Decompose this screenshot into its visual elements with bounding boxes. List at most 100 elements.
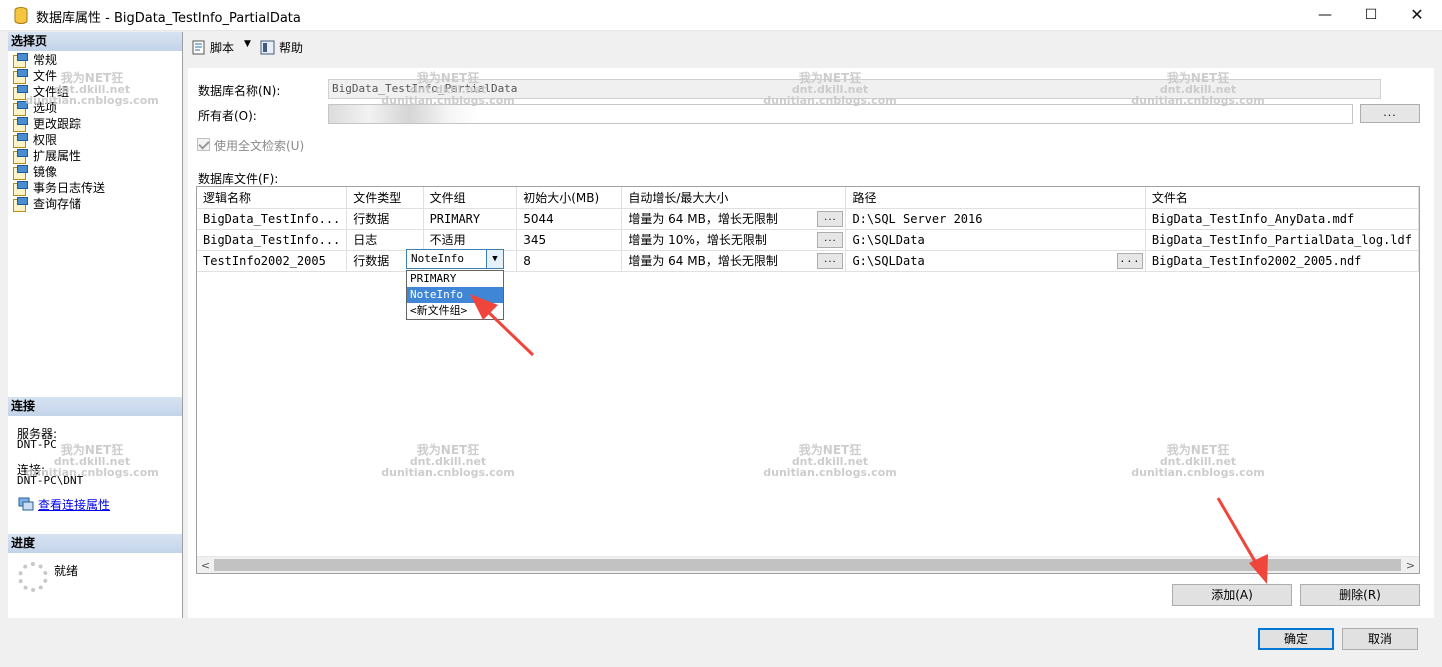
scroll-left-arrow-icon[interactable]: < (197, 557, 214, 573)
horizontal-scrollbar[interactable]: < > (197, 556, 1419, 573)
connection-header: 连接 (8, 397, 182, 416)
cancel-button[interactable]: 取消 (1342, 628, 1418, 650)
page-icon (12, 53, 28, 68)
autogrowth-edit-button[interactable]: ... (817, 231, 844, 248)
initial-size-cell[interactable]: 345 (516, 229, 623, 251)
nav-item-general[interactable]: 常规 (12, 52, 105, 68)
owner-field[interactable] (328, 104, 1353, 124)
col-header-autogrowth[interactable]: 自动增长/最大大小 (621, 187, 847, 209)
nav-item-query-store[interactable]: 查询存储 (12, 196, 105, 212)
col-header-initial-size[interactable]: 初始大小(MB) (516, 187, 623, 209)
dropdown-option-primary[interactable]: PRIMARY (407, 271, 503, 287)
add-button[interactable]: 添加(A) (1172, 584, 1292, 606)
database-icon (14, 7, 28, 24)
col-header-path[interactable]: 路径 (845, 187, 1146, 209)
left-panel: 选择页 常规 文件 文件组 选项 更改跟踪 权限 扩展属性 镜像 事务日志传送 … (8, 32, 183, 618)
autogrowth-edit-button[interactable]: ... (817, 252, 844, 269)
nav-item-log-shipping[interactable]: 事务日志传送 (12, 180, 105, 196)
page-icon (12, 149, 28, 164)
remove-button[interactable]: 删除(R) (1300, 584, 1420, 606)
path-cell: G:\SQLData... (845, 250, 1146, 272)
chevron-down-icon[interactable]: ▼ (486, 250, 503, 268)
db-name-field: BigData_TestInfo_PartialData (328, 79, 1381, 99)
toolbar: 脚本 ▼ 帮助 (183, 32, 1442, 62)
nav-item-files[interactable]: 文件 (12, 68, 105, 84)
file-name-cell[interactable]: BigData_TestInfo_AnyData.mdf (1145, 208, 1419, 230)
ok-button[interactable]: 确定 (1258, 628, 1334, 650)
db-files-label: 数据库文件(F): (198, 172, 279, 186)
file-type-cell[interactable]: 行数据 (346, 208, 424, 230)
progress-header: 进度 (8, 534, 182, 553)
nav-item-filegroups[interactable]: 文件组 (12, 84, 105, 100)
progress-status: 就绪 (54, 564, 79, 578)
nav-item-permissions[interactable]: 权限 (12, 132, 105, 148)
col-header-logical-name[interactable]: 逻辑名称 (197, 187, 348, 209)
filegroup-combobox[interactable]: NoteInfo ▼ (406, 249, 504, 269)
page-icon (12, 165, 28, 180)
autogrowth-cell: 增量为 64 MB，增长无限制... (621, 250, 847, 272)
logical-name-cell[interactable]: TestInfo2002_2005 (197, 250, 348, 272)
col-header-file-type[interactable]: 文件类型 (346, 187, 424, 209)
dropdown-option-noteinfo[interactable]: NoteInfo (407, 287, 503, 303)
table-row: BigData_TestInfo... 行数据 PRIMARY 5044 增量为… (197, 208, 1419, 230)
server-value: DNT-PC (17, 438, 57, 451)
autogrowth-cell: 增量为 64 MB，增长无限制... (621, 208, 847, 230)
connection-value: DNT-PC\DNT (17, 474, 84, 487)
fulltext-checkbox[interactable] (197, 138, 210, 151)
initial-size-cell[interactable]: 5044 (516, 208, 623, 230)
path-cell[interactable]: G:\SQLData (845, 229, 1146, 251)
autogrowth-edit-button[interactable]: ... (817, 210, 844, 227)
nav-item-change-tracking[interactable]: 更改跟踪 (12, 116, 105, 132)
path-browse-button[interactable]: ... (1116, 252, 1143, 269)
initial-size-cell[interactable]: 8 (516, 250, 623, 272)
page-icon (12, 101, 28, 116)
filegroup-cell[interactable]: 不适用 (423, 229, 518, 251)
page-icon (12, 133, 28, 148)
file-name-cell[interactable]: BigData_TestInfo_PartialData_log.ldf (1145, 229, 1419, 251)
db-files-grid: 逻辑名称 文件类型 文件组 初始大小(MB) 自动增长/最大大小 路径 文件名 … (196, 186, 1420, 574)
db-name-label: 数据库名称(N): (198, 84, 281, 98)
page-nav: 常规 文件 文件组 选项 更改跟踪 权限 扩展属性 镜像 事务日志传送 查询存储 (12, 52, 105, 212)
page-icon (12, 197, 28, 212)
file-type-cell[interactable]: 日志 (346, 229, 424, 251)
progress-spinner-icon (18, 562, 48, 592)
window-title: 数据库属性 - BigData_TestInfo_PartialData (36, 11, 301, 26)
col-header-file-name[interactable]: 文件名 (1145, 187, 1419, 209)
scroll-thumb[interactable] (214, 559, 1401, 571)
help-button[interactable]: 帮助 (260, 39, 303, 56)
select-page-header: 选择页 (8, 32, 182, 51)
owner-label: 所有者(O): (198, 109, 257, 123)
page-icon (12, 181, 28, 196)
logical-name-cell[interactable]: BigData_TestInfo... (197, 208, 348, 230)
dropdown-option-new-filegroup[interactable]: <新文件组> (407, 303, 503, 319)
autogrowth-cell: 增量为 10%，增长无限制... (621, 229, 847, 251)
files-table: 逻辑名称 文件类型 文件组 初始大小(MB) 自动增长/最大大小 路径 文件名 … (197, 187, 1419, 272)
script-button[interactable]: 脚本 (191, 39, 234, 56)
scroll-right-arrow-icon[interactable]: > (1402, 557, 1419, 573)
script-icon (192, 40, 205, 55)
fulltext-label: 使用全文检索(U) (214, 139, 305, 153)
maximize-button[interactable]: ☐ (1348, 0, 1394, 31)
minimize-button[interactable]: — (1302, 0, 1348, 31)
logical-name-cell[interactable]: BigData_TestInfo... (197, 229, 348, 251)
table-row: TestInfo2002_2005 行数据 8 增量为 64 MB，增长无限制.… (197, 250, 1419, 272)
title-bar: 数据库属性 - BigData_TestInfo_PartialData — ☐… (0, 0, 1442, 31)
page-icon (12, 117, 28, 132)
page-icon (12, 69, 28, 84)
table-header-row: 逻辑名称 文件类型 文件组 初始大小(MB) 自动增长/最大大小 路径 文件名 (197, 187, 1419, 209)
filegroup-dropdown-list: PRIMARY NoteInfo <新文件组> (406, 270, 504, 320)
help-icon (260, 40, 275, 55)
nav-item-options[interactable]: 选项 (12, 100, 105, 116)
close-button[interactable]: ✕ (1394, 0, 1440, 31)
owner-browse-button[interactable]: ... (1360, 104, 1420, 123)
file-name-cell[interactable]: BigData_TestInfo2002_2005.ndf (1145, 250, 1419, 272)
view-connection-properties-link[interactable]: 查看连接属性 (38, 496, 110, 513)
connection-properties-icon (18, 497, 34, 511)
filegroup-cell[interactable]: PRIMARY (423, 208, 518, 230)
page-icon (12, 85, 28, 100)
path-cell[interactable]: D:\SQL Server 2016 (845, 208, 1146, 230)
nav-item-mirroring[interactable]: 镜像 (12, 164, 105, 180)
col-header-filegroup[interactable]: 文件组 (423, 187, 518, 209)
script-dropdown-chevron-icon[interactable]: ▼ (244, 39, 251, 49)
nav-item-extended-properties[interactable]: 扩展属性 (12, 148, 105, 164)
